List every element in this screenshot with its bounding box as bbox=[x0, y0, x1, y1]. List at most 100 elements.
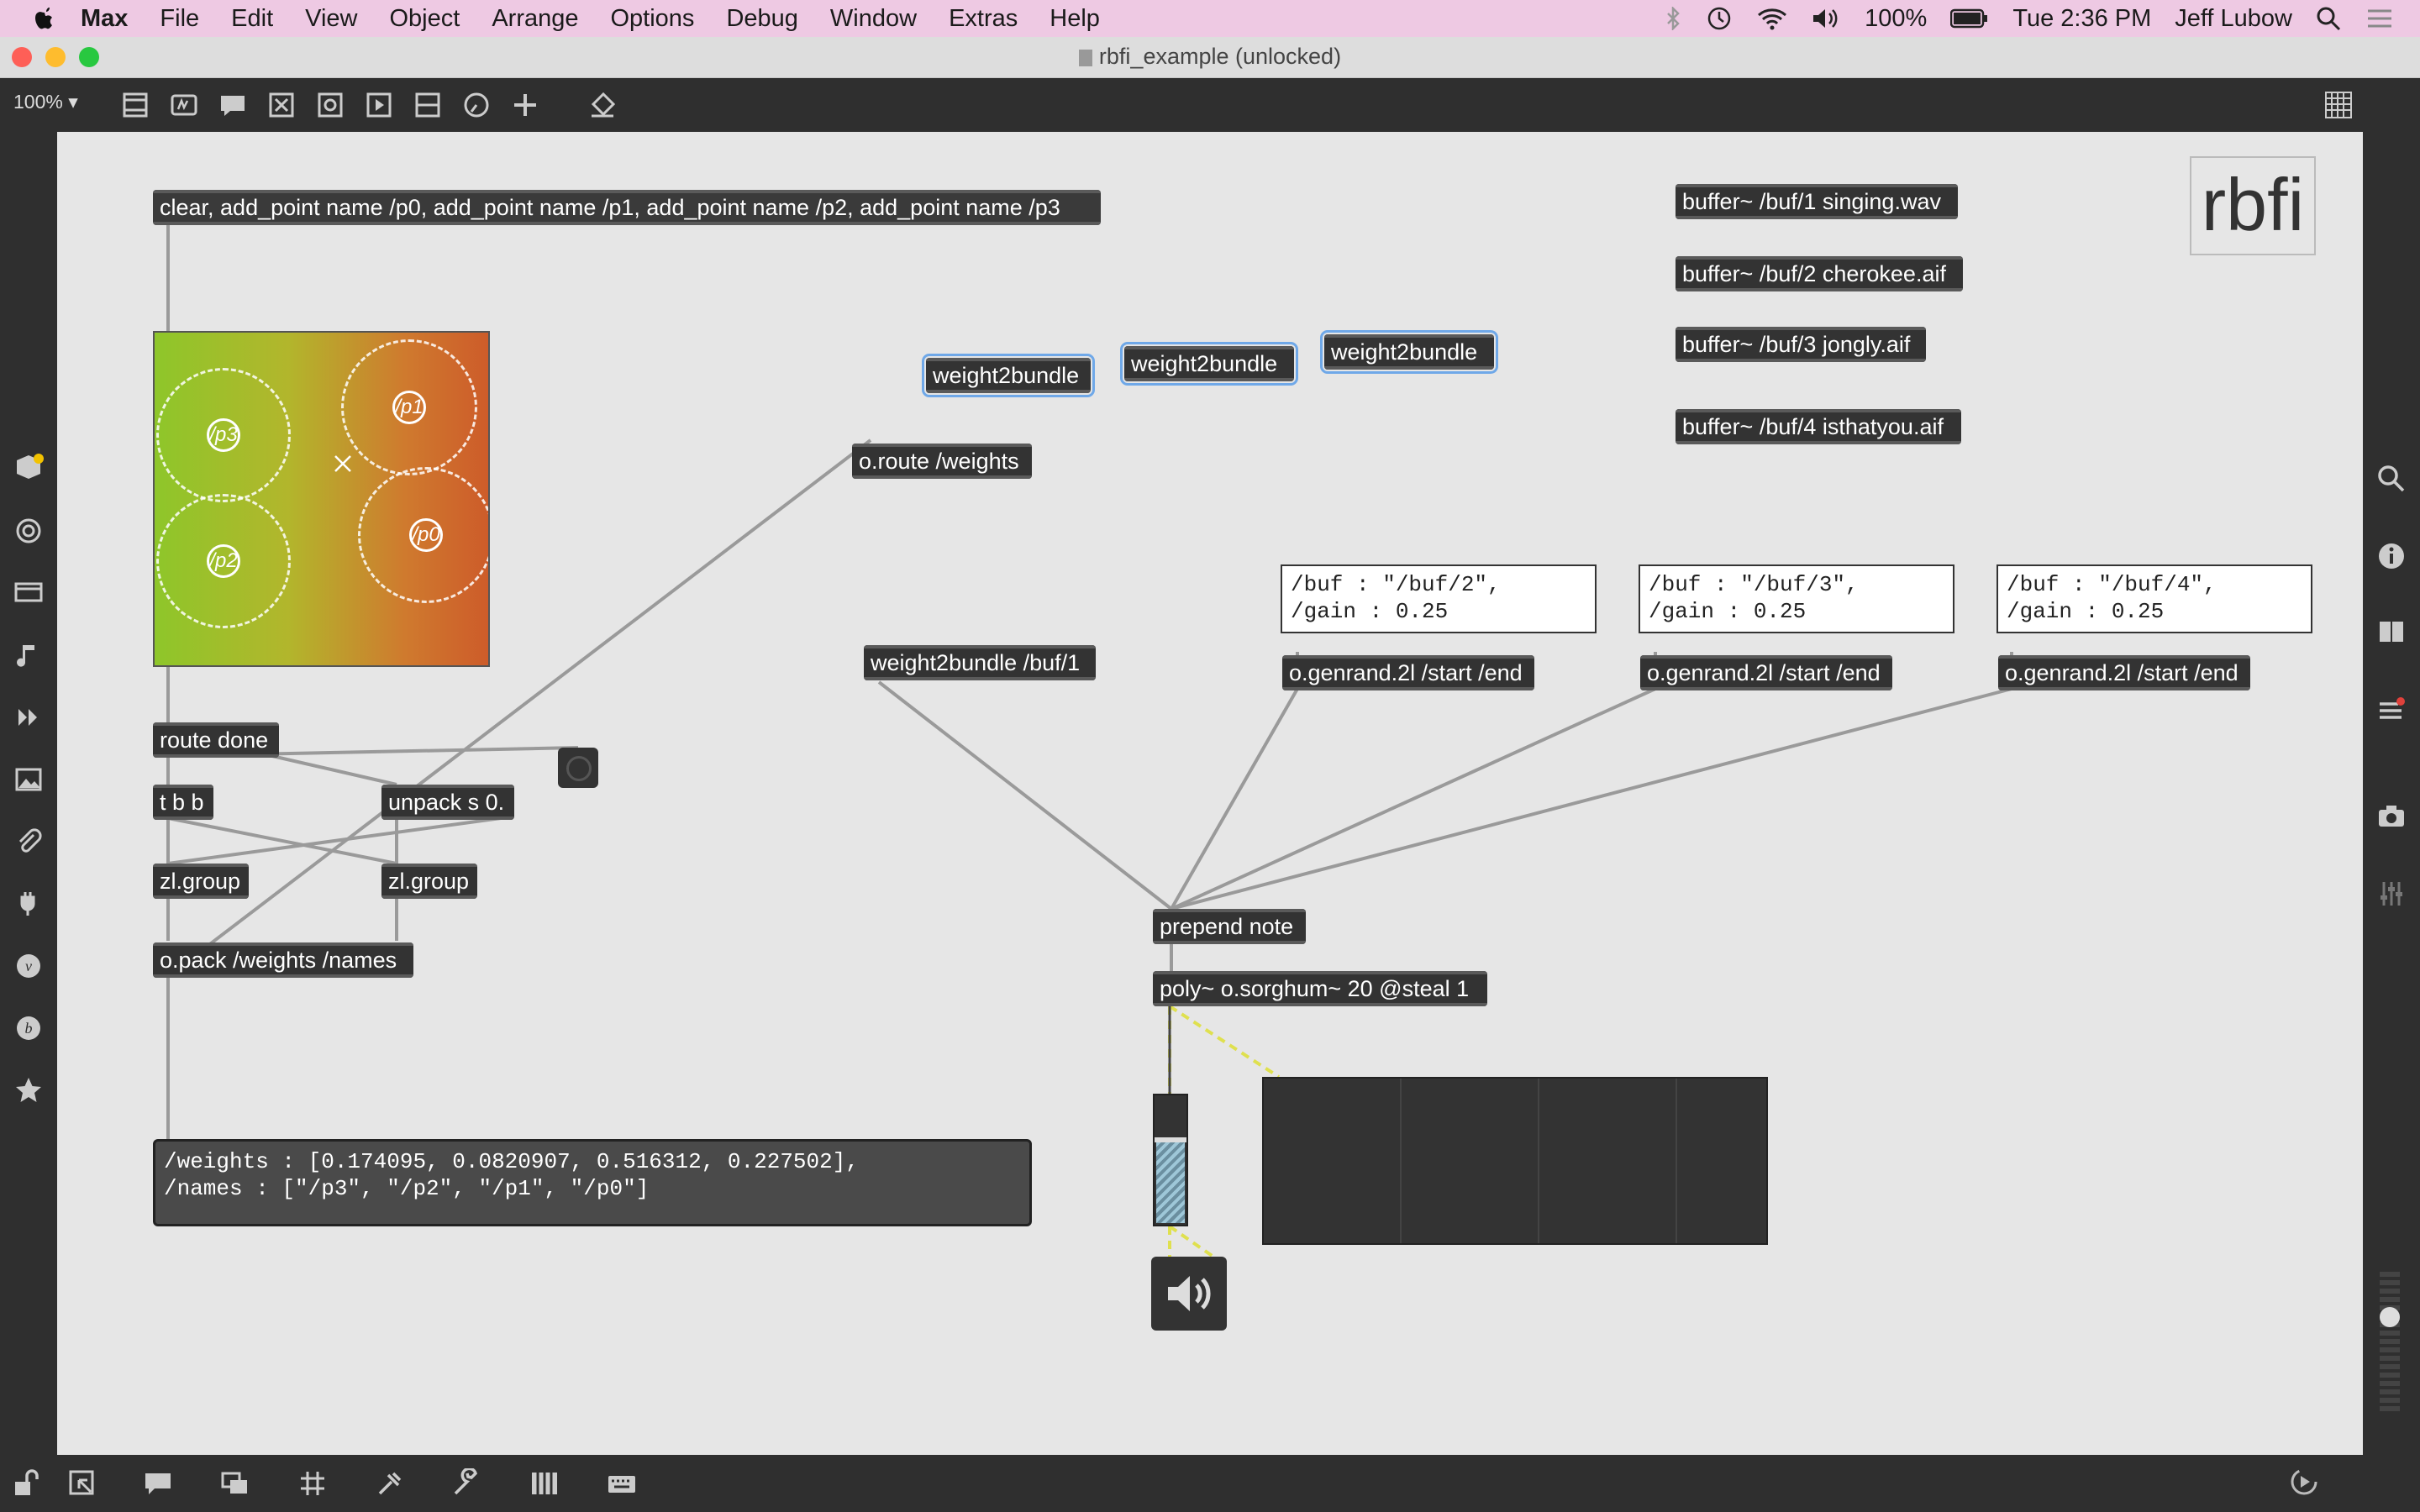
weight2bundle-object-1[interactable]: weight2bundle bbox=[922, 354, 1095, 397]
piano-keys-icon[interactable] bbox=[529, 1468, 560, 1499]
target-icon[interactable] bbox=[13, 516, 44, 546]
node-p2[interactable]: /p2 bbox=[156, 494, 291, 628]
dial-object-icon[interactable] bbox=[460, 89, 492, 121]
o-route-weights-object[interactable]: o.route /weights bbox=[852, 444, 1032, 479]
menu-file[interactable]: File bbox=[160, 5, 199, 33]
volume-icon[interactable] bbox=[1811, 7, 1841, 30]
computer-keyboard-icon[interactable] bbox=[607, 1468, 637, 1499]
trigger-bang-object[interactable]: t b b bbox=[153, 785, 213, 820]
gain-slider-knob[interactable] bbox=[1155, 1137, 1186, 1142]
info-icon[interactable] bbox=[2376, 541, 2407, 571]
comment-bubble-icon[interactable] bbox=[143, 1468, 173, 1499]
route-done-object[interactable]: route done bbox=[153, 722, 279, 758]
o-genrand-object-3[interactable]: o.genrand.2l /start /end bbox=[1998, 655, 2250, 690]
add-object-icon[interactable] bbox=[509, 89, 541, 121]
presentation-mode-icon[interactable] bbox=[67, 1468, 97, 1499]
menu-debug[interactable]: Debug bbox=[726, 5, 797, 33]
menu-edit[interactable]: Edit bbox=[231, 5, 273, 33]
print-output-box[interactable]: /weights : [0.174095, 0.0820907, 0.51631… bbox=[153, 1139, 1032, 1226]
o-genrand-object-1[interactable]: o.genrand.2l /start /end bbox=[1282, 655, 1534, 690]
buffer-object-4[interactable]: buffer~ /buf/4 isthatyou.aif bbox=[1676, 409, 1961, 444]
grid-view-icon[interactable] bbox=[2323, 89, 2354, 121]
apple-icon[interactable] bbox=[32, 5, 57, 32]
master-volume-slider[interactable] bbox=[2380, 1272, 2400, 1415]
menu-user[interactable]: Jeff Lubow bbox=[2175, 5, 2292, 33]
toggle-object[interactable] bbox=[558, 748, 598, 788]
new-message-icon[interactable] bbox=[168, 89, 200, 121]
node-p3[interactable]: /p3 bbox=[156, 368, 291, 502]
menu-clock[interactable]: Tue 2:36 PM bbox=[2012, 5, 2151, 33]
media-object-icon[interactable] bbox=[363, 89, 395, 121]
ezdac-speaker-button[interactable] bbox=[1151, 1257, 1227, 1331]
menu-object[interactable]: Object bbox=[389, 5, 460, 33]
snap-icon[interactable] bbox=[375, 1468, 405, 1499]
bundle-comment-buf3[interactable]: /buf : "/buf/3", /gain : 0.25 bbox=[1639, 564, 1954, 633]
rbfi-node-panel[interactable]: /p3 /p1 /p2 /p0 bbox=[153, 331, 490, 667]
mixer-icon[interactable] bbox=[2376, 879, 2407, 909]
clear-add-point-message[interactable]: clear, add_point name /p0, add_point nam… bbox=[153, 190, 1101, 225]
buffer-object-2[interactable]: buffer~ /buf/2 cherokee.aif bbox=[1676, 256, 1963, 291]
paperclip-icon[interactable] bbox=[13, 827, 44, 857]
toggle-object-icon[interactable] bbox=[314, 89, 346, 121]
node-p0[interactable]: /p0 bbox=[358, 467, 488, 603]
time-machine-icon[interactable] bbox=[1705, 4, 1733, 33]
unpack-object[interactable]: unpack s 0. bbox=[381, 785, 514, 820]
poly-sorghum-object[interactable]: poly~ o.sorghum~ 20 @steal 1 bbox=[1153, 971, 1487, 1006]
lock-icon[interactable] bbox=[12, 1468, 42, 1499]
prepend-note-object[interactable]: prepend note bbox=[1153, 909, 1306, 944]
o-genrand-object-2[interactable]: o.genrand.2l /start /end bbox=[1640, 655, 1892, 690]
reference-book-icon[interactable] bbox=[2376, 617, 2407, 647]
wrench-icon[interactable] bbox=[450, 1468, 481, 1499]
playback-icon[interactable] bbox=[2289, 1467, 2319, 1497]
packages-icon[interactable] bbox=[13, 452, 44, 482]
search-icon[interactable] bbox=[2376, 464, 2407, 494]
console-list-icon[interactable] bbox=[2376, 696, 2407, 726]
menu-view[interactable]: View bbox=[305, 5, 357, 33]
buffer-object-3[interactable]: buffer~ /buf/3 jongly.aif bbox=[1676, 327, 1926, 362]
notification-center-icon[interactable] bbox=[2365, 7, 2395, 30]
bundle-comment-buf2[interactable]: /buf : "/buf/2", /gain : 0.25 bbox=[1281, 564, 1597, 633]
zl-group-object-1[interactable]: zl.group bbox=[153, 864, 249, 899]
spotlight-search-icon[interactable] bbox=[2316, 6, 2341, 31]
weight2bundle-object-2[interactable]: weight2bundle bbox=[1120, 342, 1298, 386]
paint-bucket-icon[interactable] bbox=[587, 89, 618, 121]
menu-help[interactable]: Help bbox=[1050, 5, 1100, 33]
music-note-icon[interactable] bbox=[13, 640, 44, 670]
bluetooth-icon[interactable] bbox=[1665, 7, 1681, 30]
battery-percent: 100% bbox=[1865, 4, 1928, 32]
weight2bundle-buf-object[interactable]: weight2bundle /buf/1 bbox=[864, 645, 1096, 680]
menu-extras[interactable]: Extras bbox=[949, 5, 1018, 33]
wifi-icon[interactable] bbox=[1757, 7, 1787, 30]
snapshot-camera-icon[interactable] bbox=[2376, 801, 2407, 832]
battery-icon[interactable] bbox=[1950, 8, 1989, 29]
gain-slider[interactable] bbox=[1153, 1094, 1188, 1226]
presentation-icon[interactable] bbox=[13, 578, 44, 608]
spectroscope-display[interactable] bbox=[1262, 1077, 1768, 1245]
new-object-icon[interactable] bbox=[119, 89, 151, 121]
o-pack-object[interactable]: o.pack /weights /names bbox=[153, 942, 413, 978]
new-comment-icon[interactable] bbox=[217, 89, 249, 121]
star-icon[interactable] bbox=[13, 1075, 44, 1105]
menu-arrange[interactable]: Arrange bbox=[492, 5, 578, 33]
menu-options[interactable]: Options bbox=[610, 5, 694, 33]
weight2bundle-object-3[interactable]: weight2bundle bbox=[1320, 330, 1498, 374]
beap-icon[interactable]: b bbox=[13, 1013, 44, 1043]
scope-divider bbox=[1676, 1079, 1677, 1243]
vst-icon[interactable]: v bbox=[13, 951, 44, 981]
step-forward-icon[interactable] bbox=[13, 702, 44, 732]
plug-icon[interactable] bbox=[13, 889, 44, 919]
cursor-cross-icon[interactable] bbox=[333, 454, 353, 474]
grid-icon[interactable] bbox=[297, 1468, 328, 1499]
master-volume-knob[interactable] bbox=[2380, 1307, 2400, 1327]
zoom-menu[interactable]: 100% ▾ bbox=[13, 91, 78, 113]
zl-group-object-2[interactable]: zl.group bbox=[381, 864, 477, 899]
node-p1[interactable]: /p1 bbox=[341, 339, 477, 475]
windows-stack-icon[interactable] bbox=[220, 1468, 250, 1499]
slider-object-icon[interactable] bbox=[412, 89, 444, 121]
menu-app[interactable]: Max bbox=[81, 5, 128, 33]
menu-window[interactable]: Window bbox=[830, 5, 917, 33]
bundle-comment-buf4[interactable]: /buf : "/buf/4", /gain : 0.25 bbox=[1996, 564, 2312, 633]
buffer-object-1[interactable]: buffer~ /buf/1 singing.wav bbox=[1676, 184, 1958, 219]
image-icon[interactable] bbox=[13, 764, 44, 795]
button-object-icon[interactable] bbox=[266, 89, 297, 121]
